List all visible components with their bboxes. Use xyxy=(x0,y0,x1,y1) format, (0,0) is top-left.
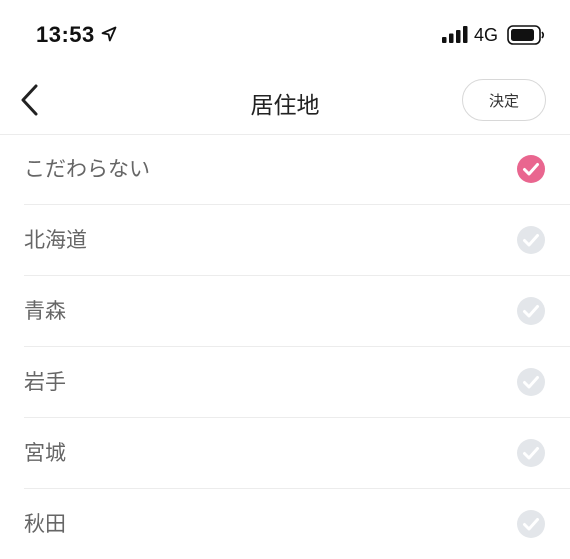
list-item[interactable]: こだわらない xyxy=(24,134,570,205)
confirm-button[interactable]: 決定 xyxy=(462,79,546,121)
option-label: 秋田 xyxy=(24,512,66,536)
option-label: 岩手 xyxy=(24,370,66,394)
check-unselected-icon xyxy=(516,296,546,326)
check-unselected-icon xyxy=(516,438,546,468)
option-label: 北海道 xyxy=(24,228,87,252)
option-label: 青森 xyxy=(24,299,66,323)
nav-bar: 居住地 決定 xyxy=(0,66,570,135)
status-bar: 13:53 4G xyxy=(0,0,570,66)
residence-option-list: こだわらない 北海道青森岩手宮城秋田 xyxy=(0,134,570,559)
list-item[interactable]: 青森 xyxy=(24,276,570,347)
check-unselected-icon xyxy=(516,367,546,397)
network-type-label: 4G xyxy=(474,25,499,45)
signal-bars-icon xyxy=(442,26,468,43)
check-unselected-icon xyxy=(516,225,546,255)
option-label: 宮城 xyxy=(24,441,66,465)
check-selected-icon xyxy=(516,154,546,184)
list-item[interactable]: 宮城 xyxy=(24,418,570,489)
list-item[interactable]: 秋田 xyxy=(24,489,570,559)
list-item[interactable]: 岩手 xyxy=(24,347,570,418)
option-label: こだわらない xyxy=(24,157,150,181)
list-item[interactable]: 北海道 xyxy=(24,205,570,276)
battery-icon xyxy=(507,25,545,45)
location-arrow-icon xyxy=(101,26,117,42)
status-time: 13:53 xyxy=(36,22,95,47)
check-unselected-icon xyxy=(516,509,546,539)
